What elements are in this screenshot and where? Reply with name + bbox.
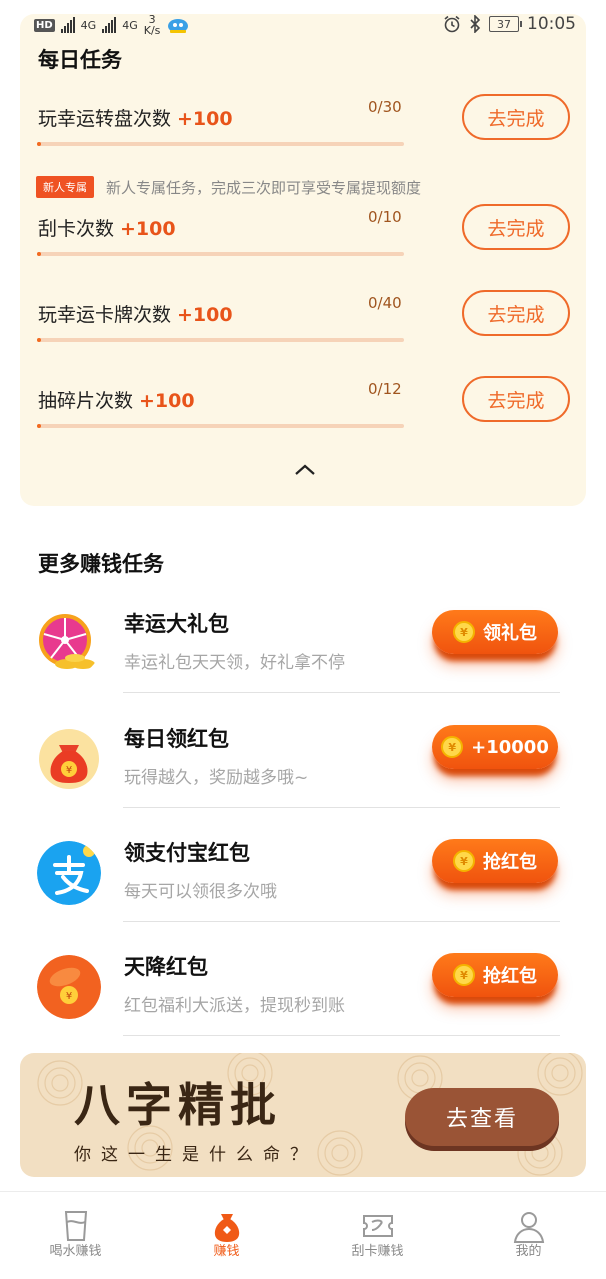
- daily-task-row: 抽碎片次数 +100 0/12 去完成: [20, 376, 586, 466]
- task-name: 玩幸运转盘次数: [38, 108, 172, 130]
- earn-item[interactable]: ¥ 每日领红包 玩得越久，奖励越多哦~ ¥ +10000: [0, 725, 606, 842]
- earn-action-button[interactable]: ¥ 抢红包: [432, 839, 558, 883]
- newbie-notice: 新人专属 新人专属任务，完成三次即可享受专属提现额度: [36, 176, 421, 198]
- lucky-wheel-icon: [39, 614, 95, 669]
- task-progress-bar: [37, 252, 404, 256]
- earn-action-button[interactable]: ¥ +10000: [432, 725, 558, 769]
- nav-label: 我的: [515, 1244, 542, 1259]
- daily-task-row: 刮卡次数 +100 0/10 去完成: [20, 204, 586, 294]
- task-progress-bar: [37, 338, 404, 342]
- signal-icon-2: [102, 17, 117, 33]
- nav-item-me[interactable]: 我的: [453, 1192, 604, 1279]
- task-name: 玩幸运卡牌次数: [38, 304, 172, 326]
- daily-tasks-card: 每日任务 玩幸运转盘次数 +100 0/30 去完成 新人专属 新人专属任务，完成…: [20, 14, 586, 506]
- user-icon: [513, 1212, 545, 1243]
- earn-subtitle: 每天可以领很多次哦: [124, 882, 277, 902]
- earn-action-button[interactable]: ¥ 领礼包: [432, 610, 558, 654]
- svg-text:¥: ¥: [66, 991, 72, 1002]
- bazi-banner[interactable]: 八字精批 你这一生是什么命？ 去查看: [20, 1053, 586, 1177]
- banner-view-button[interactable]: 去查看: [405, 1088, 559, 1146]
- task-name: 刮卡次数: [38, 218, 115, 240]
- earn-title: 领支付宝红包: [124, 841, 250, 865]
- earn-action-label: 抢红包: [483, 966, 537, 987]
- earn-title: 天降红包: [124, 955, 208, 979]
- alarm-icon: [444, 15, 460, 33]
- task-count: 0/30: [368, 98, 402, 116]
- battery-icon: 37: [489, 16, 522, 32]
- task-points: +100: [177, 108, 233, 130]
- app-notification-icon: [168, 19, 189, 33]
- red-packet-icon: ¥: [37, 955, 101, 1019]
- network-type-2: 4G: [122, 18, 138, 32]
- status-bar: HD 4G 4G 3 K/s 37 10:05: [0, 0, 606, 48]
- earn-action-label: 领礼包: [483, 623, 537, 644]
- earn-action-label: +10000: [471, 736, 549, 758]
- task-name: 抽碎片次数: [38, 390, 134, 412]
- coin-icon: ¥: [453, 621, 475, 643]
- task-count: 0/10: [368, 208, 402, 226]
- earn-subtitle: 玩得越久，奖励越多哦~: [124, 768, 309, 788]
- task-progress-fill: [37, 424, 41, 428]
- daily-tasks-title: 每日任务: [38, 48, 122, 72]
- task-complete-button[interactable]: 去完成: [462, 376, 570, 422]
- nav-label: 喝水赚钱: [49, 1244, 102, 1259]
- task-progress-bar: [37, 424, 404, 428]
- earn-item[interactable]: 幸运大礼包 幸运礼包天天领，好礼拿不停 ¥ 领礼包: [0, 610, 606, 727]
- task-points: +100: [177, 304, 233, 326]
- nav-item-scratch-card[interactable]: 刮卡赚钱: [302, 1192, 453, 1279]
- divider: [123, 692, 560, 693]
- task-progress-bar: [37, 142, 404, 146]
- more-tasks-title: 更多赚钱任务: [38, 552, 164, 576]
- coin-icon: ¥: [453, 850, 475, 872]
- nav-label: 刮卡赚钱: [351, 1244, 404, 1259]
- alipay-icon: [37, 841, 101, 905]
- coin-icon: ¥: [453, 964, 475, 986]
- coin-icon: ¥: [441, 736, 464, 758]
- task-complete-button[interactable]: 去完成: [462, 94, 570, 140]
- earn-title: 每日领红包: [124, 727, 229, 751]
- network-type-1: 4G: [80, 18, 97, 32]
- nav-label: 赚钱: [213, 1244, 240, 1259]
- money-bag-icon: ¥: [39, 729, 99, 789]
- earn-subtitle: 红包福利大派送，提现秒到账: [124, 996, 345, 1016]
- scratch-card-icon: [363, 1215, 393, 1237]
- task-complete-button[interactable]: 去完成: [462, 204, 570, 250]
- task-progress-fill: [37, 252, 41, 256]
- task-count: 0/40: [368, 294, 402, 312]
- bluetooth-icon: [470, 15, 481, 33]
- net-speed-unit: K/s: [143, 24, 161, 37]
- daily-task-row: 玩幸运转盘次数 +100 0/30 去完成: [20, 94, 586, 184]
- divider: [123, 921, 560, 922]
- nav-item-earn[interactable]: 赚钱: [151, 1192, 302, 1279]
- task-complete-button[interactable]: 去完成: [462, 290, 570, 336]
- task-points: +100: [139, 390, 195, 412]
- divider: [123, 1035, 560, 1036]
- cup-icon: [64, 1211, 88, 1241]
- task-count: 0/12: [368, 380, 402, 398]
- clock: 10:05: [527, 14, 576, 34]
- newbie-tag: 新人专属: [36, 176, 94, 198]
- svg-text:¥: ¥: [66, 765, 72, 776]
- nav-item-drink-water[interactable]: 喝水赚钱: [0, 1192, 151, 1279]
- task-progress-fill: [37, 338, 41, 342]
- chevron-up-icon[interactable]: [293, 462, 317, 478]
- divider: [123, 807, 560, 808]
- banner-title: 八字精批: [74, 1078, 282, 1132]
- earn-title: 幸运大礼包: [124, 612, 229, 636]
- banner-subtitle: 你这一生是什么命？: [74, 1145, 317, 1165]
- signal-icon: [60, 17, 75, 33]
- task-progress-fill: [37, 142, 41, 146]
- money-bag-icon: [214, 1214, 240, 1242]
- earn-action-label: 抢红包: [483, 852, 537, 873]
- hd-icon: HD: [34, 18, 55, 32]
- daily-task-row: 玩幸运卡牌次数 +100 0/40 去完成: [20, 290, 586, 380]
- net-speed: 3 K/s: [144, 14, 161, 36]
- earn-subtitle: 幸运礼包天天领，好礼拿不停: [124, 653, 345, 673]
- earn-item[interactable]: 领支付宝红包 每天可以领很多次哦 ¥ 抢红包: [0, 839, 606, 956]
- earn-action-button[interactable]: ¥ 抢红包: [432, 953, 558, 997]
- newbie-text: 新人专属任务，完成三次即可享受专属提现额度: [106, 178, 422, 197]
- bottom-nav: 喝水赚钱 赚钱 刮卡赚钱 我的: [0, 1191, 606, 1279]
- task-points: +100: [120, 218, 176, 240]
